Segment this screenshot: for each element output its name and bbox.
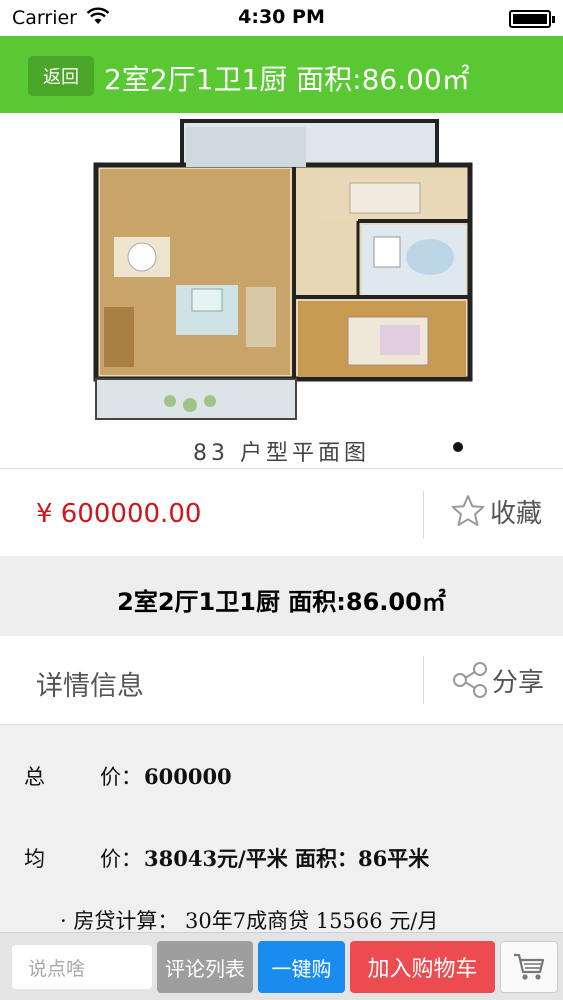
add-to-cart-button[interactable]: 加入购物车 <box>350 941 495 993</box>
favorite-button[interactable]: 收藏 <box>450 489 542 533</box>
share-icon <box>453 662 487 698</box>
cart-button[interactable] <box>500 941 558 993</box>
image-carousel[interactable]: 83 户型平面图 <box>0 113 563 468</box>
total-price-label-1: 总 <box>24 765 45 789</box>
total-price-value: 600000 <box>144 764 232 789</box>
floor-plan-image <box>90 117 480 427</box>
detail-info: 总价：600000 均价：38043元/平米 面积：86平米 · 房贷计算： 3… <box>0 724 563 932</box>
share-label: 分享 <box>492 667 545 698</box>
nav-title: 2室2厅1卫1厨 面积:86.00㎡ <box>104 63 470 96</box>
back-button[interactable]: 返回 <box>28 56 94 96</box>
total-price-line: 总 价：600000 <box>24 761 232 791</box>
bottom-toolbar: 说点啥 评论列表 一键购 加入购物车 <box>0 932 563 1000</box>
house-detail-screen: Carrier 4:30 PM 返回 2室2厅1卫1厨 面积:86.00㎡ 83… <box>0 0 563 1000</box>
unit-price-line: 均 价：38043元/平米 面积：86平米 <box>24 843 429 873</box>
unit-price-value: 38043元/平米 面积：86平米 <box>144 846 430 871</box>
share-button[interactable]: 分享 <box>450 658 544 702</box>
battery-icon <box>509 10 555 28</box>
listing-title: 2室2厅1卫1厨 面积:86.00㎡ <box>117 588 446 616</box>
mortgage-line: · 房贷计算： 30年7成商贷 15566 元/月 <box>60 909 439 932</box>
price-row: ¥ 600000.00 收藏 <box>0 468 563 556</box>
cart-icon <box>514 953 545 980</box>
divider <box>423 656 424 704</box>
favorite-label: 收藏 <box>490 498 543 529</box>
carousel-page-indicator[interactable] <box>453 442 463 452</box>
buy-now-button[interactable]: 一键购 <box>258 941 345 993</box>
listing-title-row: 2室2厅1卫1厨 面积:86.00㎡ <box>0 556 563 636</box>
nav-bar: 返回 2室2厅1卫1厨 面积:86.00㎡ <box>0 36 563 113</box>
clock: 4:30 PM <box>238 6 325 28</box>
comment-input[interactable]: 说点啥 <box>12 945 152 989</box>
star-icon <box>451 495 485 526</box>
back-label: 返回 <box>43 67 79 88</box>
comment-placeholder: 说点啥 <box>28 957 86 980</box>
unit-price-label-2: 价： <box>100 847 142 871</box>
comment-list-button[interactable]: 评论列表 <box>157 941 253 993</box>
detail-header-row: 详情信息 分享 <box>0 636 563 724</box>
price-text: ¥ 600000.00 <box>36 499 202 529</box>
total-price-label-2: 价： <box>100 765 142 789</box>
image-caption: 83 户型平面图 <box>193 441 370 466</box>
divider <box>423 491 424 539</box>
status-bar: Carrier 4:30 PM <box>0 0 563 36</box>
detail-header: 详情信息 <box>36 671 144 702</box>
unit-price-label-1: 均 <box>24 847 45 871</box>
